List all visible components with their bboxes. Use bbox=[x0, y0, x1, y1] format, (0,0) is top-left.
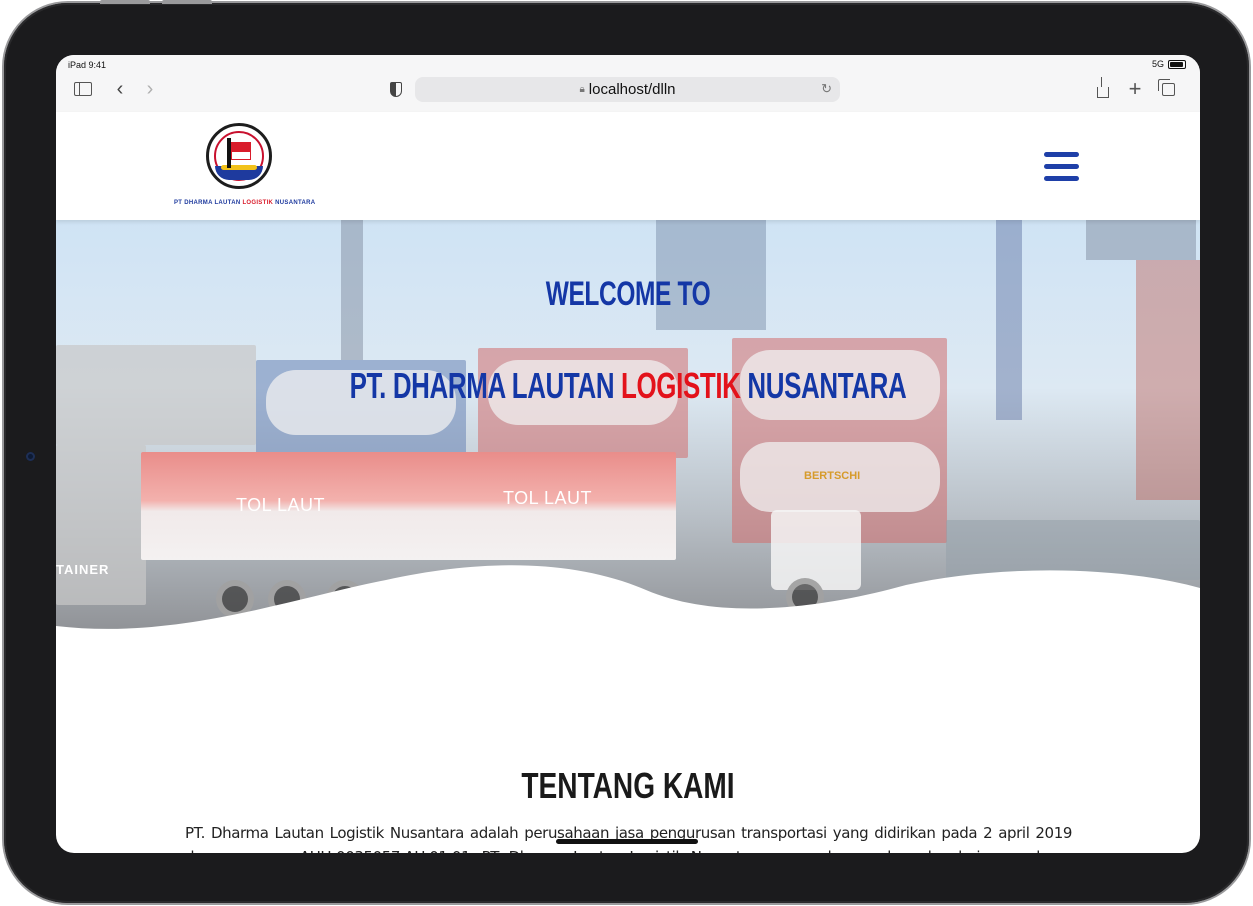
url-text: localhost/dlln bbox=[588, 81, 676, 98]
status-indicators: 5G bbox=[1152, 59, 1186, 69]
address-bar[interactable]: 🔒︎ localhost/dlln ↻ bbox=[415, 77, 840, 102]
hero-company-name: PT. DHARMA LAUTAN LOGISTIK NUSANTARA bbox=[349, 365, 907, 406]
tol-laut-label-2: TOL LAUT bbox=[503, 488, 593, 508]
forward-icon[interactable]: › bbox=[141, 78, 159, 100]
hero-wave bbox=[56, 565, 1200, 640]
bertschi-label: BERTSCHI bbox=[804, 470, 861, 482]
company-logo[interactable] bbox=[206, 123, 272, 189]
browser-toolbar: iPad 9:41 5G ‹ › 🔒︎ localhost/dlln ↻ + bbox=[56, 55, 1200, 112]
about-text: PT. Dharma Lautan Logistik Nusantara ada… bbox=[185, 824, 1072, 853]
network-label: 5G bbox=[1151, 59, 1164, 69]
shield-icon[interactable] bbox=[387, 81, 405, 97]
menu-icon[interactable] bbox=[1044, 152, 1079, 182]
hero-welcome: WELCOME TO bbox=[545, 275, 711, 313]
screen: iPad 9:41 5G ‹ › 🔒︎ localhost/dlln ↻ + P… bbox=[56, 55, 1200, 853]
about-title: TENTANG KAMI bbox=[521, 765, 735, 806]
front-camera bbox=[26, 452, 35, 461]
tabs-icon[interactable] bbox=[1157, 78, 1177, 97]
lock-icon: 🔒︎ bbox=[579, 84, 585, 95]
share-icon[interactable] bbox=[1094, 76, 1112, 98]
logo-text: PT DHARMA LAUTAN LOGISTIK NUSANTARA bbox=[174, 200, 316, 206]
back-icon[interactable]: ‹ bbox=[111, 78, 129, 100]
plus-icon[interactable]: + bbox=[1126, 76, 1144, 101]
power-button bbox=[162, 0, 212, 4]
status-time: iPad 9:41 bbox=[68, 60, 107, 70]
sidebar-icon[interactable] bbox=[74, 81, 92, 97]
battery-icon bbox=[1168, 59, 1186, 69]
site-header: PT DHARMA LAUTAN LOGISTIK NUSANTARA bbox=[56, 112, 1200, 220]
home-indicator[interactable] bbox=[556, 839, 698, 844]
tol-laut-label-1: TOL LAUT bbox=[236, 495, 326, 515]
reload-icon[interactable]: ↻ bbox=[821, 81, 832, 97]
volume-button bbox=[100, 0, 150, 4]
